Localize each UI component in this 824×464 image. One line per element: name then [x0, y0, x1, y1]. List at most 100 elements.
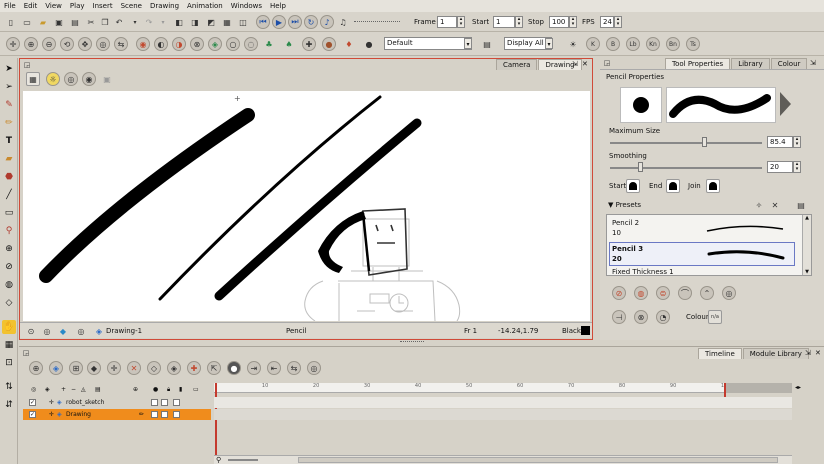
menu-view[interactable]: View — [41, 2, 66, 10]
redo-icon[interactable]: ↷ — [142, 15, 156, 29]
start-cap-button[interactable] — [626, 179, 640, 193]
tab-timeline[interactable]: Timeline — [698, 348, 742, 359]
brush-preset-icon[interactable]: ● — [322, 37, 336, 51]
status-mask-icon[interactable]: ◆ — [56, 324, 70, 338]
frames-row[interactable] — [214, 397, 792, 408]
undo-dropdown-icon[interactable]: ▾ — [128, 15, 142, 29]
status-reset-icon[interactable]: ⊙ — [24, 324, 38, 338]
menu-scene[interactable]: Scene — [117, 2, 146, 10]
timeline-pin-icon[interactable]: ⇲ — [805, 348, 811, 358]
menu-animation[interactable]: Animation — [183, 2, 227, 10]
tab-colour[interactable]: Colour — [770, 58, 808, 69]
tip-style-icon[interactable]: ◔ — [656, 310, 670, 324]
preset-item[interactable]: Fixed Thickness 1 — [609, 267, 795, 275]
layer-outline-icon[interactable]: ▭ — [193, 385, 199, 395]
close-gap-icon[interactable]: ⌃ — [700, 286, 714, 300]
new-preset-icon[interactable]: ✧ — [752, 198, 766, 212]
start-spinner[interactable]: ▴ ▾ — [515, 16, 523, 28]
timeline-zoom-slider[interactable] — [228, 459, 258, 461]
landscape-icon[interactable]: ♠ — [282, 37, 296, 51]
ease-icon[interactable]: ✚ — [187, 361, 201, 375]
lightbulb-icon[interactable]: ☀ — [566, 37, 580, 51]
onion-next-icon[interactable]: ◑ — [172, 37, 186, 51]
add-drawing-icon[interactable]: ✚ — [302, 37, 316, 51]
last-frame-icon[interactable]: ⏭ — [288, 15, 302, 29]
loop-icon[interactable]: ↻ — [304, 15, 318, 29]
layer-outline-checkbox[interactable] — [161, 411, 168, 418]
status-camera-mask-icon[interactable]: ◎ — [74, 324, 88, 338]
panel-pin-icon[interactable]: ⇲ — [572, 59, 578, 69]
auto-fill-icon[interactable]: ⊜ — [656, 286, 670, 300]
menu-play[interactable]: Play — [66, 2, 89, 10]
dropper-icon[interactable]: ⚲ — [2, 224, 16, 238]
key-bn-button[interactable]: Bn — [666, 37, 680, 51]
onion-skin-icon[interactable]: ◉ — [136, 37, 150, 51]
drawing-view-icon[interactable]: ◨ — [188, 15, 202, 29]
stroke-option-icon[interactable]: ◍ — [634, 286, 648, 300]
grid-toggle-icon[interactable]: ▦ — [26, 72, 40, 86]
save-icon[interactable]: ▣ — [52, 15, 66, 29]
auto-light-table-icon[interactable]: ◈ — [208, 37, 222, 51]
light-table-icon[interactable]: ◫ — [236, 15, 250, 29]
sound-icon[interactable]: ♪ — [320, 15, 334, 29]
morph-icon[interactable]: ⇵ — [2, 398, 16, 412]
auto-lt-toggle-icon[interactable]: ◉ — [82, 72, 96, 86]
max-size-spinner[interactable]: ▴ ▾ — [793, 136, 801, 148]
smooth-icon[interactable]: ◍ — [2, 278, 16, 292]
menu-file[interactable]: File — [0, 2, 20, 10]
cut-icon[interactable]: ✂ — [84, 15, 98, 29]
tab-camera[interactable]: Camera — [496, 59, 538, 70]
toggle-view-icon[interactable]: ◎ — [96, 37, 110, 51]
palette-select[interactable]: Default — [384, 37, 472, 50]
tab-tool-properties[interactable]: Tool Properties — [665, 58, 731, 69]
new-scene-icon[interactable]: ▯ — [4, 15, 18, 29]
eraser-icon[interactable]: ▰ — [2, 152, 16, 166]
timeline-scroll-thumb[interactable] — [298, 457, 778, 463]
keyframe-icon[interactable]: ◆ — [87, 361, 101, 375]
tab-module-library[interactable]: Module Library — [742, 348, 809, 359]
menu-windows[interactable]: Windows — [227, 2, 266, 10]
cutter-icon[interactable]: ⊘ — [2, 260, 16, 274]
pressure-icon[interactable]: ⊣ — [612, 310, 626, 324]
decrease-exposure-icon[interactable]: ⇤ — [267, 361, 281, 375]
timeline-zoom-icon[interactable]: ⚲ — [216, 456, 221, 464]
delete-preset-icon[interactable]: ✕ — [768, 198, 782, 212]
layer-row[interactable]: ✓ ✛ ◈ robot_sketch — [23, 397, 211, 408]
snap-icon[interactable]: ◎ — [722, 286, 736, 300]
paint-icon[interactable]: ⬣ — [2, 170, 16, 184]
layer-visible-checkbox[interactable]: ✓ — [29, 411, 36, 418]
preset-item-selected[interactable]: Pencil 3 20 — [609, 242, 795, 266]
layer-colour-checkbox[interactable] — [173, 411, 180, 418]
extend-exposure-icon[interactable]: ⇥ — [247, 361, 261, 375]
preview-icon[interactable]: ◌ — [244, 37, 258, 51]
layer-lock-checkbox[interactable] — [151, 411, 158, 418]
panel-close-icon[interactable]: ✕ — [582, 59, 588, 69]
remove-layer-icon[interactable]: − — [71, 385, 76, 395]
preset-menu-icon[interactable]: ▤ — [794, 198, 808, 212]
flatten-icon[interactable]: ⌒ — [678, 286, 692, 300]
cutter-brush-icon[interactable]: ⊘ — [612, 286, 626, 300]
select-icon[interactable]: ➤ — [2, 62, 16, 76]
hand-icon[interactable]: ✋ — [2, 320, 16, 334]
animate-icon[interactable]: ⇅ — [2, 380, 16, 394]
frames-row-selected[interactable] — [214, 409, 792, 420]
menu-insert[interactable]: Insert — [89, 2, 117, 10]
zoom-tool-icon[interactable]: ⊡ — [2, 356, 16, 370]
end-cap-button[interactable] — [666, 179, 680, 193]
new-icon[interactable]: ▭ — [20, 15, 34, 29]
add-keyframe-icon[interactable]: ✛ — [107, 361, 121, 375]
delete-keyframe-icon[interactable]: ✕ — [127, 361, 141, 375]
drawing-canvas[interactable]: + — [23, 91, 590, 321]
open-icon[interactable]: ▰ — [36, 15, 50, 29]
max-size-handle[interactable] — [702, 137, 708, 147]
zoom-timeline-icon[interactable]: ⊕ — [133, 385, 138, 395]
key-kn-button[interactable]: Kn — [646, 37, 660, 51]
status-drawing-icon[interactable]: ◈ — [92, 324, 106, 338]
smoothing-spinner[interactable]: ▴ ▾ — [793, 161, 801, 173]
onion-skin-toggle-icon[interactable]: ◎ — [64, 72, 78, 86]
layer-colour-icon[interactable]: ▮ — [179, 385, 182, 395]
motion-keyframe-icon[interactable]: ◇ — [147, 361, 161, 375]
preset-item[interactable]: Pencil 2 10 — [609, 217, 795, 241]
grid-icon[interactable]: ▦ — [220, 15, 234, 29]
max-size-field[interactable]: 85.4 — [767, 136, 793, 148]
